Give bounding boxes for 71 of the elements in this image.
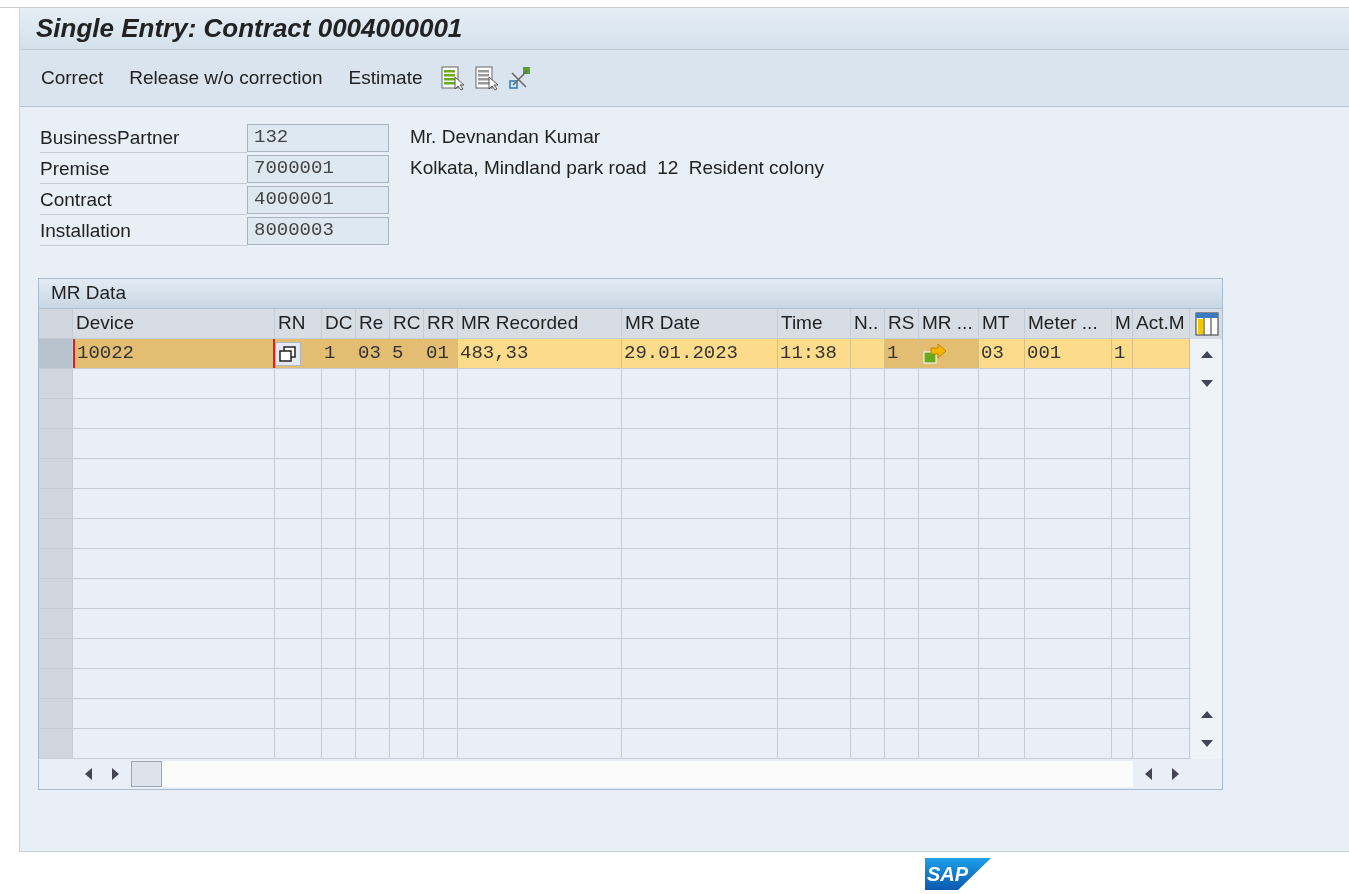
sap-logo: SAP (925, 858, 991, 890)
input-field[interactable]: 8000003 (247, 216, 389, 245)
column-header[interactable]: RN (275, 309, 322, 338)
scroll-down-icon[interactable] (1200, 380, 1213, 388)
row-selector[interactable] (39, 459, 73, 488)
column-header[interactable]: Meter ... (1025, 309, 1112, 338)
row-selector[interactable] (39, 339, 73, 368)
table-cell[interactable]: 01 (424, 339, 458, 368)
column-header[interactable]: DC (322, 309, 356, 338)
column-header[interactable]: N.. (851, 309, 885, 338)
column-header[interactable]: MT (979, 309, 1025, 338)
column-header[interactable]: Re (356, 309, 390, 338)
table-cell[interactable]: 29.01.2023 (622, 339, 778, 368)
row-selector[interactable] (39, 369, 73, 398)
row-selector[interactable] (39, 669, 73, 698)
row-selector[interactable] (39, 579, 73, 608)
table-cell[interactable] (851, 339, 885, 368)
column-header[interactable]: MR Date (622, 309, 778, 338)
column-header[interactable]: Time (778, 309, 851, 338)
row-selector[interactable] (39, 429, 73, 458)
scroll-left-icon[interactable] (84, 768, 92, 780)
column-settings-icon[interactable] (1194, 312, 1219, 336)
toolbar-button[interactable]: Release w/o correction (129, 63, 323, 93)
input-field[interactable]: 132 (247, 123, 389, 152)
table-cell[interactable]: 1 (885, 339, 919, 368)
table-cell[interactable]: 1 (1112, 339, 1133, 368)
field-description: Mr. Devnandan Kumar (410, 125, 601, 150)
table-cell[interactable]: 03 (979, 339, 1025, 368)
column-header[interactable]: Device (73, 309, 275, 338)
scroll-right-icon[interactable] (1172, 768, 1180, 780)
column-header[interactable]: M (1112, 309, 1133, 338)
unlink-icon[interactable] (508, 65, 533, 91)
table-cell[interactable]: 1 (322, 339, 356, 368)
column-header[interactable]: Act.M (1133, 309, 1190, 338)
scroll-down-icon[interactable] (1200, 740, 1213, 748)
table-cell[interactable]: 483,33 (458, 339, 622, 368)
column-header[interactable]: MR ... (919, 309, 979, 338)
column-header[interactable]: RR (424, 309, 458, 338)
row-selector[interactable] (39, 729, 73, 758)
row-selector[interactable] (39, 639, 73, 668)
scroll-right-icon[interactable] (112, 768, 120, 780)
scroll-up-icon[interactable] (1200, 350, 1213, 358)
row-selector[interactable] (39, 489, 73, 518)
input-field[interactable]: 4000001 (247, 185, 389, 214)
row-selector[interactable] (39, 609, 73, 638)
toolbar-button[interactable]: Correct (41, 63, 104, 93)
scrollbar-thumb[interactable] (131, 761, 162, 787)
column-header[interactable]: RC (390, 309, 424, 338)
table-cell[interactable]: 03 (356, 339, 390, 368)
window-title: Single Entry: Contract 0004000001 (36, 12, 463, 45)
table-cell[interactable] (1133, 339, 1190, 368)
row-selector[interactable] (39, 519, 73, 548)
column-header[interactable]: MR Recorded (458, 309, 622, 338)
scroll-left-icon[interactable] (1144, 768, 1152, 780)
row-selector[interactable] (39, 699, 73, 728)
toolbar-button[interactable]: Estimate (348, 63, 423, 93)
row-selector[interactable] (39, 549, 73, 578)
table-cell[interactable]: 5 (390, 339, 424, 368)
table-cell[interactable]: 001 (1025, 339, 1112, 368)
row-selector[interactable] (39, 399, 73, 428)
field-description: Kolkata, Mindland park road 12 Resident colony (410, 156, 825, 181)
table-cell[interactable]: 11:38 (778, 339, 851, 368)
document-select-icon[interactable] (474, 65, 501, 91)
column-header[interactable]: RS (885, 309, 919, 338)
input-field[interactable]: 7000001 (247, 154, 389, 183)
transfer-arrow-icon[interactable] (923, 342, 947, 365)
list-select-icon[interactable] (440, 65, 467, 91)
scroll-up-icon[interactable] (1200, 710, 1213, 718)
panel-title: MR Data (51, 281, 126, 306)
copy-icon[interactable] (275, 341, 301, 366)
table-cell[interactable]: 10022 (73, 339, 275, 368)
